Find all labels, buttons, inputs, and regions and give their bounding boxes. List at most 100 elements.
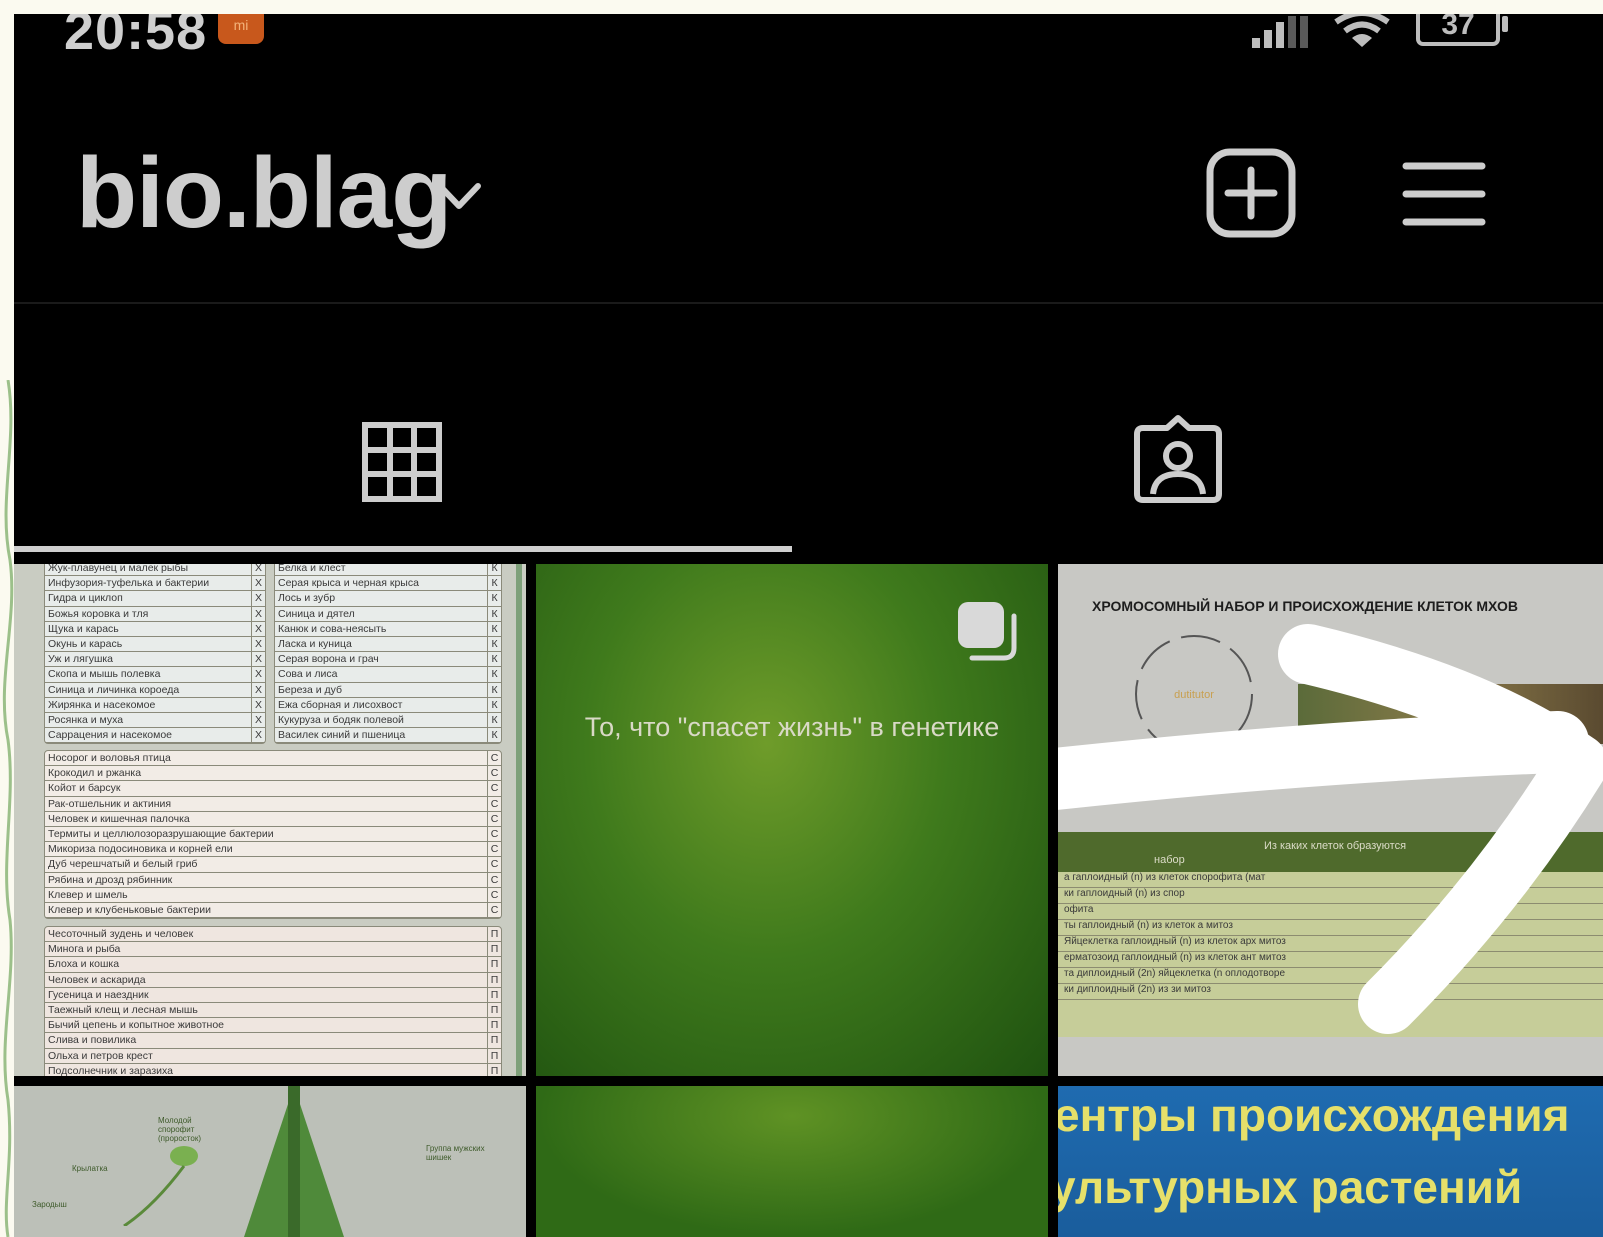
row-label: Клевер и шмель [48, 888, 128, 901]
relation-table-a: Жук-плавунец и малек рыбы Х Инфузория-туфе… [44, 564, 266, 745]
status-bar: 20:58 mi 37 [14, 14, 1603, 61]
drawn-arrow-overlay [1058, 624, 1603, 1034]
row-label: Человек и аскарида [48, 973, 146, 986]
row-code: К [487, 576, 501, 591]
row-label: Носорог и воловья птица [48, 752, 171, 764]
post-caption: То, что "спасет жизнь" в генетике [584, 712, 1000, 742]
table-row: Белка и клест К [275, 564, 501, 577]
row-code: С [487, 781, 501, 796]
table-row: Крокодил и ржанка С [45, 766, 501, 782]
phone-screen: 20:58 mi 37 bio.blag Жук-плавунец и мале… [14, 14, 1603, 1237]
row-code: С [487, 857, 501, 872]
hamburger-menu-icon[interactable] [1402, 160, 1486, 228]
tab-tagged[interactable] [792, 414, 1603, 554]
table-row: Лось и зубр К [275, 591, 501, 607]
post-title-line-1: ентры происхождения [1058, 1089, 1570, 1141]
post-thumbnail-4[interactable]: Молодой спорофит (проросток) Крылатка За… [14, 1086, 526, 1237]
post-thumbnail-1[interactable]: Жук-плавунец и малек рыбы Х Инфузория-туфе… [14, 564, 526, 1076]
row-code: П [487, 972, 501, 987]
row-code: С [487, 842, 501, 857]
post-thumbnail-2[interactable]: То, что "спасет жизнь" в генетике [536, 564, 1048, 1076]
tab-active-indicator [14, 546, 792, 552]
table-row: Ольха и петров крест П [45, 1048, 501, 1064]
row-code: П [487, 942, 501, 957]
row-label: Жук-плавунец и малек рыбы [48, 564, 189, 574]
table-row: Бычий цепень и копытное животное П [45, 1018, 501, 1034]
row-label: Божья коровка и тля [48, 607, 149, 620]
table-row: Саррацения и насекомое Х [45, 728, 265, 744]
table-row: Минога и рыба П [45, 942, 501, 958]
row-label: Синица и личинка короеда [48, 683, 180, 696]
row-code: Х [251, 606, 265, 621]
row-label: Таежный клещ и лесная мышь [48, 1003, 198, 1016]
relation-table-c: Носорог и воловья птица С Крокодил и ржанк… [44, 750, 502, 920]
row-label: Ласка и куница [278, 637, 352, 650]
row-label: Ольха и петров крест [48, 1049, 153, 1062]
row-label: Рак-отшельник и актиния [48, 797, 172, 810]
row-label: Инфузория-туфелька и бактерии [48, 577, 210, 590]
row-label: Гусеница и наездник [48, 988, 149, 1001]
table-row: Серая ворона и грач К [275, 652, 501, 668]
profile-username[interactable]: bio.blag [76, 136, 452, 251]
add-post-icon[interactable] [1206, 148, 1296, 238]
table-row: Рябина и дрозд рябинник С [45, 872, 501, 888]
table-row: Ласка и куница К [275, 636, 501, 653]
row-label: Гидра и циклоп [48, 592, 123, 605]
row-label: Скопа и мышь полевка [48, 668, 161, 681]
row-code: Х [251, 652, 265, 667]
table-row: Окунь и карась Х [45, 636, 265, 653]
table-row: Уж и лягушка Х [45, 652, 265, 668]
table-row: Щука и карась Х [45, 621, 265, 637]
table-row: Жук-плавунец и малек рыбы Х [45, 564, 265, 577]
row-label: Кукуруза и бодяк полевой [278, 713, 404, 726]
row-code: П [487, 1002, 501, 1018]
row-label: Крокодил и ржанка [48, 767, 142, 780]
row-label: Термиты и целлюлозоразрушающие бактерии [48, 827, 274, 840]
relation-table-b: Белка и клест К Серая крыса и черная крыса… [274, 564, 502, 745]
tagged-person-icon [1134, 415, 1222, 503]
table-row: Микориза подосиновика и корней ели С [45, 842, 501, 858]
tab-grid[interactable] [14, 414, 792, 554]
post-thumbnail-6[interactable]: ентры происхождения ультурных растений [1058, 1086, 1603, 1237]
table-row: Василек синий и пшеница К [275, 728, 501, 744]
row-code: Х [251, 682, 265, 697]
row-label: Минога и рыба [48, 943, 121, 956]
row-code: П [487, 927, 501, 942]
post-thumbnail-3[interactable]: ХРОМОСОМНЫЙ НАБОР И ПРОИСХОЖДЕНИЕ КЛЕТОК… [1058, 564, 1603, 1076]
table-row: Блоха и кошка П [45, 957, 501, 973]
row-code: К [487, 682, 501, 697]
table-row: Канюк и сова-неясыть К [275, 621, 501, 637]
row-code: П [487, 1033, 501, 1048]
row-code: П [487, 1063, 501, 1076]
row-label: Койот и барсук [48, 782, 121, 795]
row-code: П [487, 987, 501, 1002]
label-embryo: Зародыш [32, 1200, 67, 1209]
table-row: Ежа сборная и лисохвост К [275, 697, 501, 713]
table-row: Носорог и воловья птица С [45, 751, 501, 767]
row-code: К [487, 621, 501, 636]
post-thumbnail-5[interactable] [536, 1086, 1048, 1237]
row-label: Белка и клест [278, 564, 346, 574]
table-row: Гусеница и наездник П [45, 987, 501, 1003]
table-row: Человек и аскарида П [45, 972, 501, 988]
row-code: С [487, 751, 501, 766]
row-label: Сова и лиса [278, 668, 338, 681]
grid-icon [362, 422, 442, 502]
row-label: Ежа сборная и лисохвост [278, 698, 403, 711]
row-code: Х [251, 621, 265, 636]
table-row: Береза и дуб К [275, 682, 501, 698]
row-label: Щука и карась [48, 622, 119, 635]
conifer-illustration [244, 1086, 344, 1237]
status-time: 20:58 [64, 14, 208, 61]
label-seedling: Молодой спорофит (проросток) [158, 1116, 201, 1143]
table-row: Гидра и циклоп Х [45, 591, 265, 607]
row-code: К [487, 564, 501, 576]
row-label: Человек и кишечная палочка [48, 812, 190, 825]
row-label: Слива и повилика [48, 1034, 137, 1047]
row-code: Х [251, 712, 265, 728]
mi-app-badge: mi [218, 14, 264, 44]
wifi-icon [1334, 14, 1390, 47]
row-code: Х [251, 636, 265, 652]
row-label: Саррацения и насекомое [48, 729, 173, 742]
chevron-down-icon[interactable] [434, 178, 484, 214]
